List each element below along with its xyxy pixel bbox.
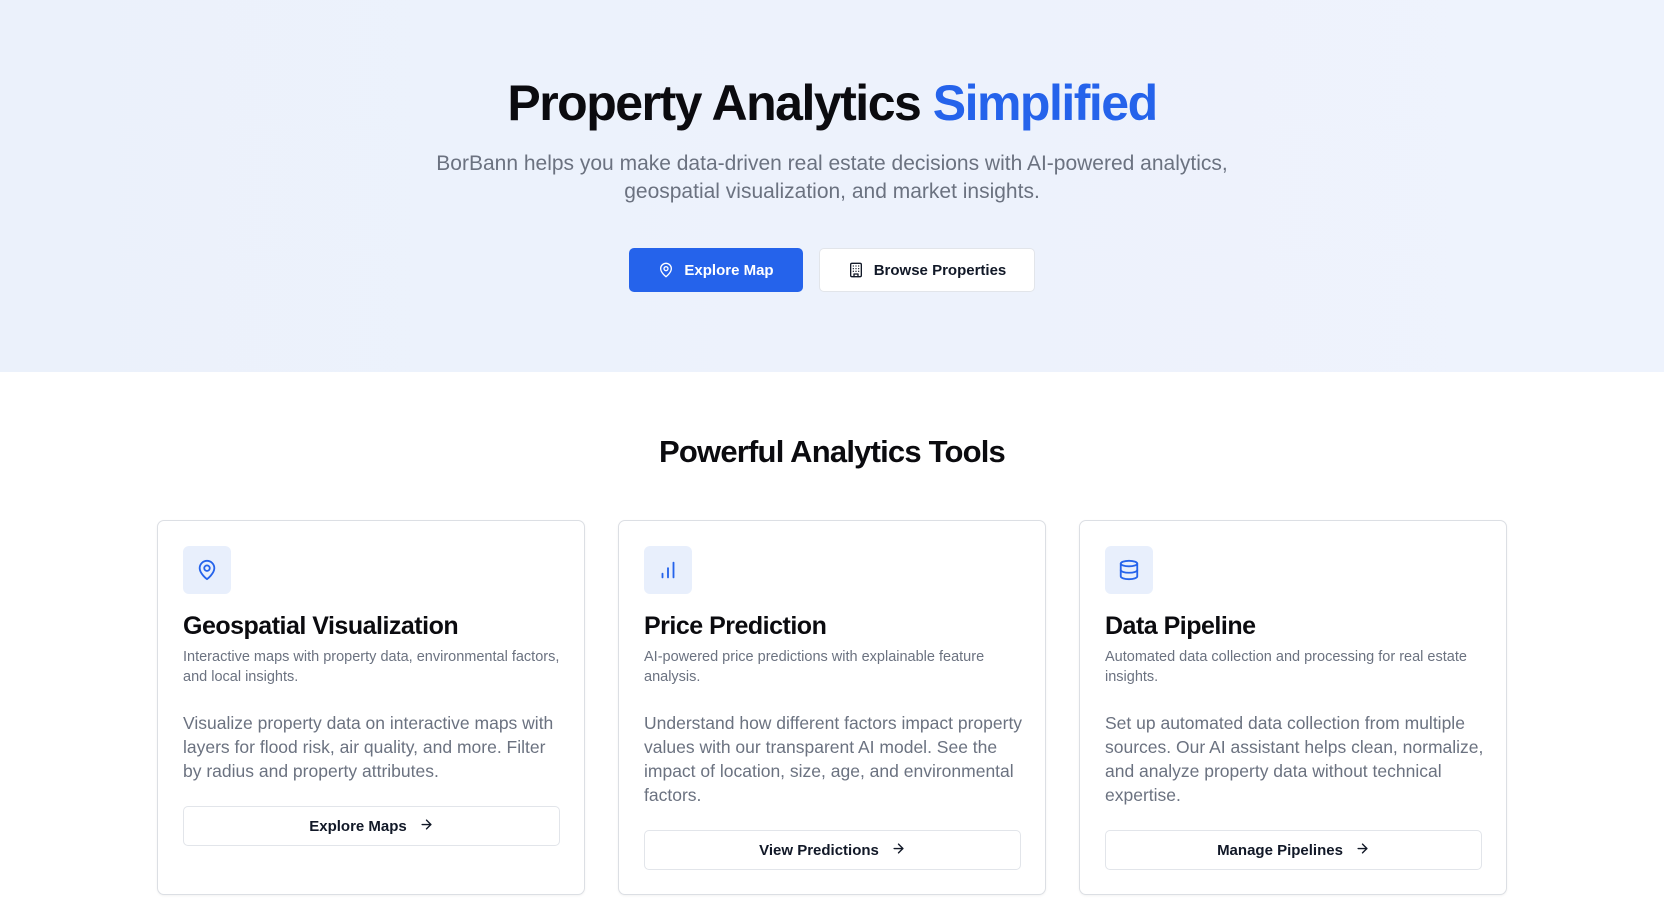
explore-maps-button[interactable]: Explore Maps <box>183 806 560 846</box>
card-button-label: Manage Pipelines <box>1217 841 1343 859</box>
feature-card-geospatial: Geospatial Visualization Interactive map… <box>157 520 585 895</box>
card-description: Interactive maps with property data, env… <box>183 649 560 685</box>
explore-map-button[interactable]: Explore Map <box>629 248 803 292</box>
card-body: Understand how different factors impact … <box>644 713 1023 805</box>
card-description: Automated data collection and processing… <box>1105 649 1467 685</box>
bar-chart-icon <box>644 546 692 594</box>
feature-card-data-pipeline: Data Pipeline Automated data collection … <box>1079 520 1507 895</box>
hero-title-main: Property Analytics <box>507 75 921 131</box>
database-icon <box>1105 546 1153 594</box>
section-title: Powerful Analytics Tools <box>659 434 1006 469</box>
manage-pipelines-button[interactable]: Manage Pipelines <box>1105 830 1482 870</box>
arrow-right-icon <box>419 817 434 836</box>
building-icon <box>848 262 864 278</box>
arrow-right-icon <box>1355 841 1370 860</box>
card-title: Geospatial Visualization <box>183 612 459 640</box>
map-pin-icon <box>658 262 674 278</box>
card-body: Visualize property data on interactive m… <box>183 713 554 781</box>
explore-map-label: Explore Map <box>684 261 774 279</box>
arrow-right-icon <box>891 841 906 860</box>
card-title: Data Pipeline <box>1105 612 1256 640</box>
card-button-label: Explore Maps <box>309 817 407 835</box>
map-pin-icon <box>183 546 231 594</box>
card-description: AI-powered price predictions with explai… <box>644 649 985 685</box>
browse-properties-button[interactable]: Browse Properties <box>819 248 1035 292</box>
feature-card-price-prediction: Price Prediction AI-powered price predic… <box>618 520 1046 895</box>
hero-title-accent: Simplified <box>932 75 1158 131</box>
hero-subtitle: BorBann helps you make data-driven real … <box>436 152 1228 203</box>
card-title: Price Prediction <box>644 612 827 640</box>
hero-section: Property Analytics Simplified BorBann he… <box>0 0 1664 372</box>
view-predictions-button[interactable]: View Predictions <box>644 830 1021 870</box>
card-body: Set up automated data collection from mu… <box>1105 713 1484 805</box>
hero-title: Property Analytics Simplified <box>0 72 1664 134</box>
card-button-label: View Predictions <box>759 841 879 859</box>
browse-properties-label: Browse Properties <box>873 261 1007 279</box>
